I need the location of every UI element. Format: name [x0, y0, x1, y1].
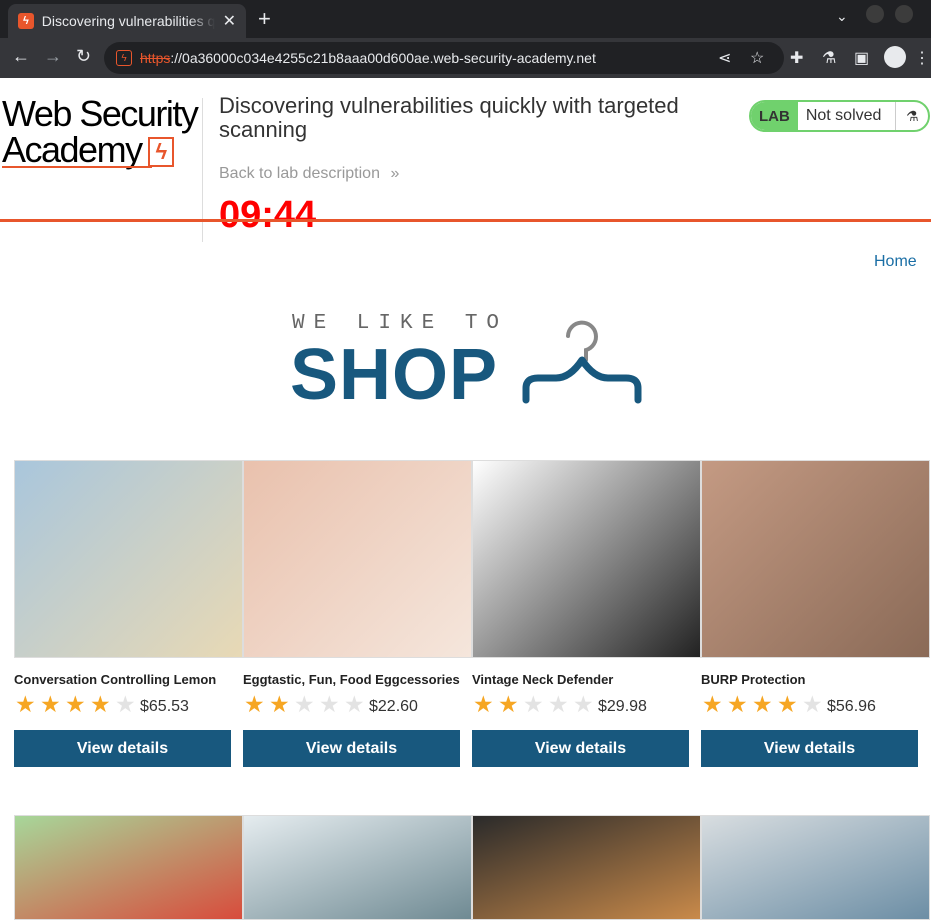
banner-subtitle: WE LIKE TO: [292, 312, 509, 335]
tab-title: Discovering vulnerabilities quickly with…: [41, 13, 215, 29]
lab-timer: 09:44: [219, 194, 317, 236]
address-bar[interactable]: ϟ https ://0a36000c034e4255c21b8aaa00d60…: [104, 42, 784, 74]
star-icon: ★: [777, 691, 798, 717]
star-icon: ★: [15, 691, 36, 717]
new-tab-icon[interactable]: +: [258, 6, 271, 32]
product-image[interactable]: [14, 815, 243, 920]
product-name: Vintage Neck Defender: [472, 672, 614, 687]
close-tab-icon[interactable]: ✕: [223, 11, 236, 31]
url-host: ://0a36000c034e4255c21b8aaa00d600ae.web-…: [170, 50, 596, 66]
star-icon: ★: [802, 691, 823, 717]
product-image[interactable]: [14, 460, 243, 658]
site-favicon-icon: ϟ: [18, 13, 34, 29]
browser-tab-bar: ϟ Discovering vulnerabilities quickly wi…: [0, 0, 931, 38]
product-rating: ★ ★ ★ ★ ★: [702, 692, 827, 716]
bookmark-star-icon[interactable]: ☆: [750, 48, 764, 68]
back-link-label: Back to lab description: [219, 165, 380, 182]
product-name: BURP Protection: [701, 672, 806, 687]
star-icon: ★: [702, 691, 723, 717]
share-icon[interactable]: ⋖: [718, 48, 731, 68]
star-icon: ★: [523, 691, 544, 717]
extensions-puzzle-icon[interactable]: ✚: [790, 48, 803, 68]
more-menu-icon[interactable]: ⋮: [914, 48, 930, 68]
view-details-button[interactable]: View details: [701, 730, 918, 767]
star-icon: ★: [40, 691, 61, 717]
star-icon: ★: [498, 691, 519, 717]
product-price: $65.53: [140, 698, 189, 715]
lab-status-widget: LAB Not solved ⚗: [749, 100, 931, 132]
browser-toolbar: ← → ↻ ϟ https ://0a36000c034e4255c21b8aa…: [0, 38, 931, 78]
view-details-button[interactable]: View details: [243, 730, 460, 767]
forward-arrow-icon[interactable]: →: [44, 46, 62, 67]
star-icon: ★: [244, 691, 265, 717]
lab-status-text: Not solved: [798, 102, 897, 130]
star-icon: ★: [269, 691, 290, 717]
star-icon: ★: [294, 691, 315, 717]
product-rating: ★ ★ ★ ★ ★: [473, 692, 598, 716]
product-price: $56.96: [827, 698, 876, 715]
window-minimize-icon[interactable]: [866, 5, 884, 23]
star-icon: ★: [319, 691, 340, 717]
view-details-button[interactable]: View details: [14, 730, 231, 767]
logo-line-2: Academy: [2, 129, 143, 170]
lab-badge: LAB: [751, 102, 798, 130]
browser-tab[interactable]: ϟ Discovering vulnerabilities quickly wi…: [8, 4, 246, 38]
star-icon: ★: [473, 691, 494, 717]
back-to-lab-description-link[interactable]: Back to lab description »: [219, 165, 399, 183]
reload-icon[interactable]: ↻: [76, 46, 91, 67]
view-details-button[interactable]: View details: [472, 730, 689, 767]
banner-title: SHOP: [290, 335, 499, 415]
product-image[interactable]: [243, 460, 472, 658]
product-image[interactable]: [472, 815, 701, 920]
product-image[interactable]: [701, 815, 930, 920]
logo-underline: [2, 166, 152, 168]
star-icon: ★: [90, 691, 111, 717]
product-name: Conversation Controlling Lemon: [14, 672, 217, 687]
star-icon: ★: [752, 691, 773, 717]
product-image[interactable]: [701, 460, 930, 658]
side-panel-icon[interactable]: ▣: [854, 48, 869, 68]
product-name: Eggtastic, Fun, Food Eggcessories: [243, 672, 460, 687]
product-price: $29.98: [598, 698, 647, 715]
hanger-icon: [522, 320, 642, 404]
lab-title: Discovering vulnerabilities quickly with…: [219, 93, 679, 142]
double-chevron-right-icon: »: [390, 165, 400, 182]
star-icon: ★: [548, 691, 569, 717]
star-icon: ★: [115, 691, 136, 717]
product-image[interactable]: [472, 460, 701, 658]
star-icon: ★: [65, 691, 86, 717]
product-rating: ★ ★ ★ ★ ★: [244, 692, 369, 716]
logo-bolt-icon: ϟ: [147, 137, 174, 168]
tab-search-chevron-icon[interactable]: ⌄: [836, 8, 848, 25]
back-arrow-icon[interactable]: ←: [12, 46, 30, 67]
not-secure-icon[interactable]: ϟ: [116, 50, 132, 66]
star-icon: ★: [573, 691, 594, 717]
product-price: $22.60: [369, 698, 418, 715]
product-image[interactable]: [243, 815, 472, 920]
home-link[interactable]: Home: [874, 253, 917, 271]
header-accent-line: [0, 219, 931, 222]
profile-avatar[interactable]: [884, 46, 906, 68]
web-security-academy-logo[interactable]: Web Security Academy ϟ: [2, 96, 202, 168]
star-icon: ★: [727, 691, 748, 717]
url-scheme: https: [140, 50, 171, 66]
logo-line-1: Web Security: [2, 93, 199, 134]
labs-flask-icon[interactable]: ⚗: [822, 48, 836, 68]
flask-icon: ⚗: [906, 107, 919, 124]
product-rating: ★ ★ ★ ★ ★: [15, 692, 140, 716]
star-icon: ★: [344, 691, 365, 717]
window-maximize-icon[interactable]: [895, 5, 913, 23]
